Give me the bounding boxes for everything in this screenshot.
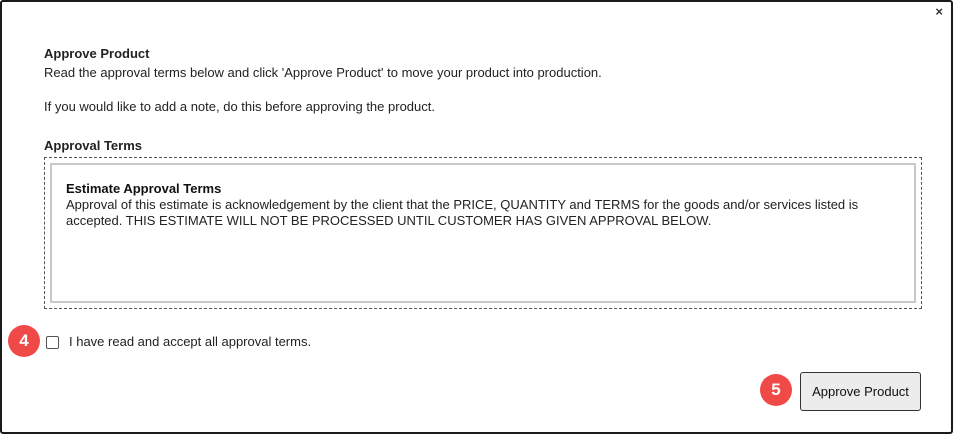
close-icon[interactable]: × bbox=[935, 5, 943, 19]
terms-container: Estimate Approval Terms Approval of this… bbox=[44, 157, 922, 309]
note-hint-text: If you would like to add a note, do this… bbox=[44, 99, 435, 114]
terms-box-body: Approval of this estimate is acknowledge… bbox=[66, 197, 859, 228]
accept-terms-label[interactable]: I have read and accept all approval term… bbox=[69, 334, 311, 350]
terms-box[interactable]: Estimate Approval Terms Approval of this… bbox=[50, 163, 916, 303]
step-marker-5: 5 bbox=[760, 374, 792, 406]
accept-terms-checkbox[interactable] bbox=[46, 336, 59, 349]
terms-heading: Approval Terms bbox=[44, 138, 143, 153]
dialog-title: Approve Product bbox=[44, 46, 150, 61]
approve-product-button[interactable]: Approve Product bbox=[800, 372, 921, 411]
step-marker-4: 4 bbox=[8, 325, 40, 357]
approve-product-dialog: × Approve Product Read the approval term… bbox=[0, 0, 953, 434]
instructions-text: Read the approval terms below and click … bbox=[44, 65, 602, 80]
terms-box-title: Estimate Approval Terms bbox=[66, 181, 222, 196]
